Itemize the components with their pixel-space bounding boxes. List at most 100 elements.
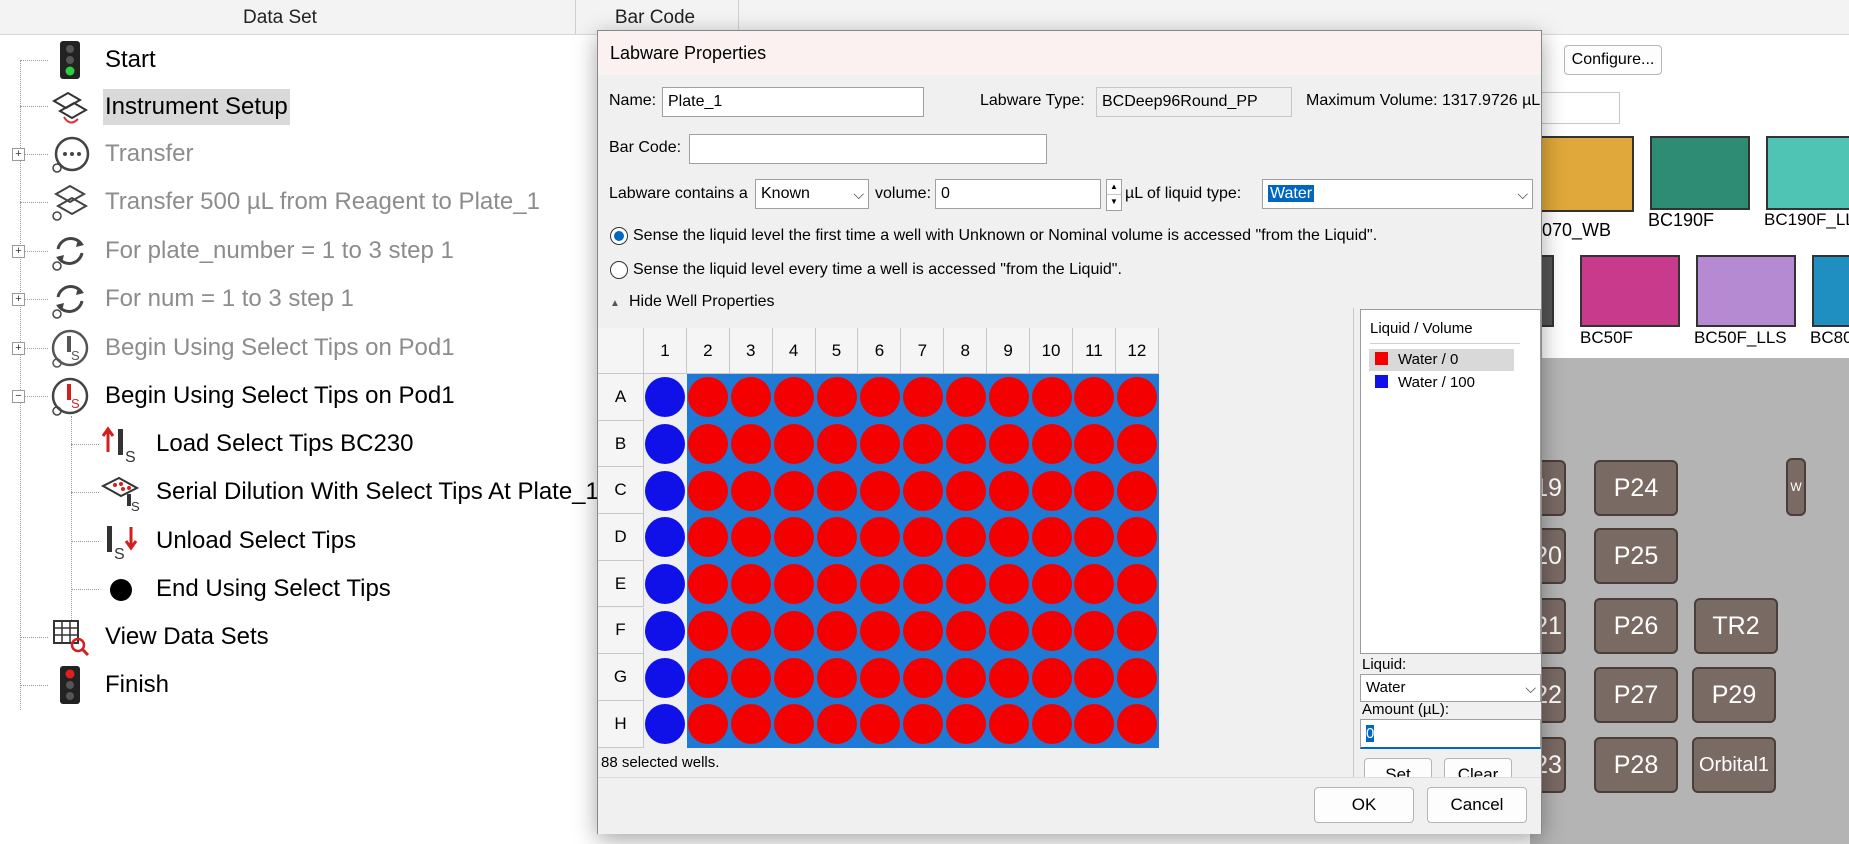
well-E9[interactable] (988, 564, 1029, 605)
well-G12[interactable] (1117, 657, 1158, 698)
well-F7[interactable] (902, 610, 943, 651)
well-A6[interactable] (859, 377, 900, 418)
row-header-E[interactable]: E (598, 560, 644, 608)
deck-position[interactable]: TR2 (1694, 598, 1778, 654)
well-D10[interactable] (1031, 517, 1072, 558)
tree-node-serial-dilution[interactable]: S Serial Dilution With Select Tips At Pl… (100, 472, 601, 514)
labware-thumb-bc190f[interactable] (1650, 136, 1750, 210)
deck-position[interactable]: P27 (1594, 667, 1678, 723)
liquid-list-item[interactable]: Water / 100 (1369, 372, 1514, 394)
labware-thumb-bc50f[interactable] (1580, 255, 1680, 327)
well-G1[interactable] (645, 657, 686, 698)
well-F1[interactable] (645, 610, 686, 651)
well-A8[interactable] (945, 377, 986, 418)
row-header-F[interactable]: F (598, 607, 644, 655)
well-B6[interactable] (859, 424, 900, 465)
tree-node-load-select-tips[interactable]: S Load Select Tips BC230 (101, 424, 416, 466)
spin-up-icon[interactable]: ▲ (1107, 180, 1121, 194)
deck-position[interactable]: P26 (1594, 598, 1678, 654)
well-B8[interactable] (945, 424, 986, 465)
well-H9[interactable] (988, 704, 1029, 745)
well-E7[interactable] (902, 564, 943, 605)
well-E8[interactable] (945, 564, 986, 605)
well-A10[interactable] (1031, 377, 1072, 418)
expand-toggle[interactable]: + (12, 148, 25, 161)
expand-toggle[interactable]: + (12, 245, 25, 258)
row-header-H[interactable]: H (598, 700, 644, 748)
column-header-5[interactable]: 5 (815, 328, 859, 374)
well-C4[interactable] (774, 470, 815, 511)
cancel-button[interactable]: Cancel (1427, 787, 1527, 823)
row-header-D[interactable]: D (598, 514, 644, 561)
well-D9[interactable] (988, 517, 1029, 558)
tree-node-begin-select-tips[interactable]: S Begin Using Select Tips on Pod1 (50, 376, 457, 416)
well-C1[interactable] (645, 470, 686, 511)
well-B4[interactable] (774, 424, 815, 465)
well-B5[interactable] (817, 424, 858, 465)
well-H6[interactable] (859, 704, 900, 745)
ok-button[interactable]: OK (1314, 787, 1414, 823)
well-B9[interactable] (988, 424, 1029, 465)
tree-node-instrument-setup[interactable]: Instrument Setup (50, 87, 290, 127)
tree-node-for-plate-number[interactable]: For plate_number = 1 to 3 step 1 (50, 231, 456, 271)
well-D1[interactable] (645, 517, 686, 558)
well-C9[interactable] (988, 470, 1029, 511)
deck-position[interactable]: Orbital1 (1692, 737, 1776, 793)
tree-node-end-select-tips[interactable]: End Using Select Tips (101, 569, 393, 609)
hide-well-properties-toggle[interactable]: Hide Well Properties (629, 293, 775, 311)
well-C8[interactable] (945, 470, 986, 511)
well-B10[interactable] (1031, 424, 1072, 465)
well-G6[interactable] (859, 657, 900, 698)
liquid-volume-list[interactable]: Liquid / Volume Water / 0 Water / 100 (1360, 309, 1541, 654)
well-F4[interactable] (774, 610, 815, 651)
column-header-7[interactable]: 7 (901, 328, 945, 374)
well-H7[interactable] (902, 704, 943, 745)
barcode-input[interactable] (689, 134, 1047, 164)
volume-spinner[interactable]: ▲ ▼ (1106, 179, 1122, 211)
tree-node-start[interactable]: Start (50, 40, 158, 80)
well-A9[interactable] (988, 377, 1029, 418)
row-header-C[interactable]: C (598, 467, 644, 515)
well-G9[interactable] (988, 657, 1029, 698)
row-header-B[interactable]: B (598, 420, 644, 468)
column-header-4[interactable]: 4 (772, 328, 816, 374)
column-header-3[interactable]: 3 (729, 328, 773, 374)
name-input[interactable]: Plate_1 (662, 87, 924, 117)
labware-thumb-bc190f-lls[interactable] (1766, 136, 1849, 210)
well-F10[interactable] (1031, 610, 1072, 651)
well-C10[interactable] (1031, 470, 1072, 511)
tree-node-transfer[interactable]: Transfer (50, 134, 195, 174)
spin-down-icon[interactable]: ▼ (1107, 194, 1121, 209)
volume-input[interactable]: 0 (935, 179, 1101, 209)
well-C2[interactable] (688, 470, 729, 511)
well-B7[interactable] (902, 424, 943, 465)
deck-position[interactable]: P24 (1594, 460, 1678, 516)
well-C6[interactable] (859, 470, 900, 511)
well-F12[interactable] (1117, 610, 1158, 651)
collapse-toggle[interactable]: − (12, 390, 25, 403)
well-G3[interactable] (731, 657, 772, 698)
well-F9[interactable] (988, 610, 1029, 651)
labware-thumb-bc80[interactable] (1812, 255, 1849, 327)
well-C3[interactable] (731, 470, 772, 511)
well-C11[interactable] (1074, 470, 1115, 511)
well-C12[interactable] (1117, 470, 1158, 511)
well-F3[interactable] (731, 610, 772, 651)
labware-thumb-1070-wb[interactable] (1530, 136, 1634, 212)
contains-dropdown[interactable]: Known ⌵ (755, 179, 869, 209)
tree-node-transfer-500[interactable]: Transfer 500 µL from Reagent to Plate_1 (50, 182, 542, 222)
column-header-6[interactable]: 6 (858, 328, 902, 374)
column-header-11[interactable]: 11 (1073, 328, 1116, 374)
column-header-bar-code[interactable]: Bar Code (590, 0, 720, 34)
well-G5[interactable] (817, 657, 858, 698)
well-E6[interactable] (859, 564, 900, 605)
labware-thumb-bc50f-lls[interactable] (1696, 255, 1796, 327)
well-G2[interactable] (688, 657, 729, 698)
panel-input[interactable] (1530, 92, 1620, 124)
tree-node-for-num[interactable]: For num = 1 to 3 step 1 (50, 279, 356, 319)
sense-every-time-radio[interactable] (610, 261, 628, 279)
well-E5[interactable] (817, 564, 858, 605)
column-header-data-set[interactable]: Data Set (0, 0, 560, 34)
well-E10[interactable] (1031, 564, 1072, 605)
well-E4[interactable] (774, 564, 815, 605)
